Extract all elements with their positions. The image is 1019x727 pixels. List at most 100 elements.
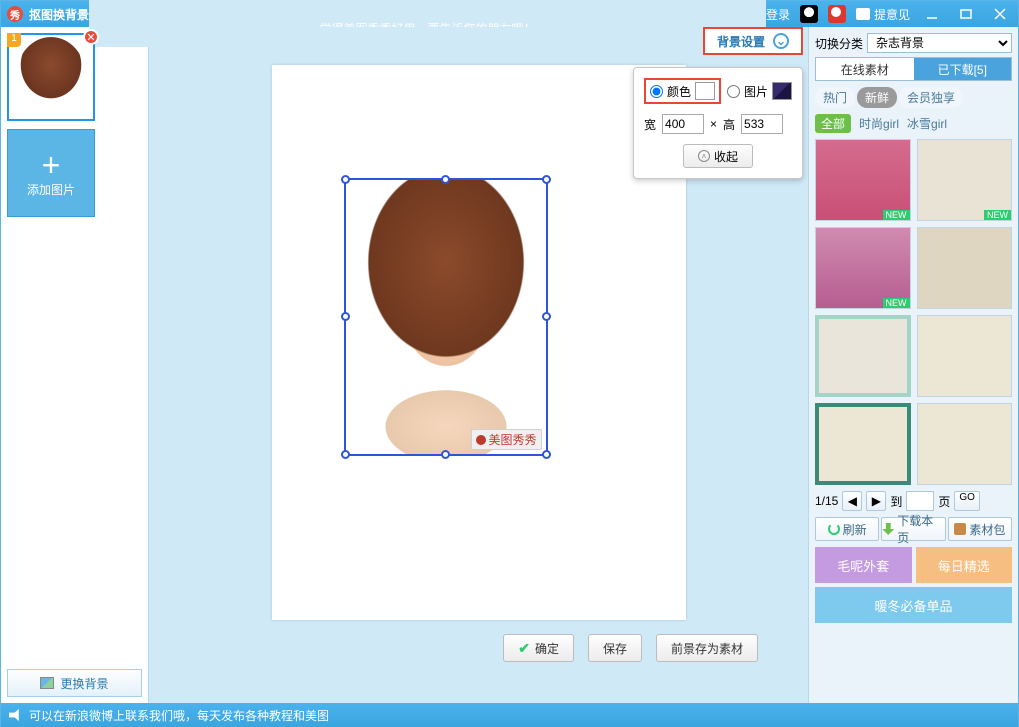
tag-row: 全部 时尚girl 冰雪girl: [815, 114, 1012, 133]
prev-page-button[interactable]: ◀: [842, 491, 862, 511]
titlebar-right: 登录 提意见: [766, 5, 1012, 23]
save-foreground-button[interactable]: 前景存为素材: [656, 634, 758, 662]
bg-settings-toggle[interactable]: 背景设置 ⌄: [703, 27, 803, 55]
collapse-label: 收起: [714, 148, 738, 165]
material-pack-button[interactable]: 素材包: [948, 517, 1012, 541]
refresh-button[interactable]: 刷新: [815, 517, 879, 541]
image-swatch[interactable]: [772, 82, 792, 100]
app-title: 抠图换背景: [29, 6, 89, 23]
bg-image-radio[interactable]: [727, 85, 740, 98]
close-button[interactable]: [988, 5, 1012, 23]
tab-downloaded[interactable]: 已下载[5]: [914, 58, 1012, 80]
center-area: 背景设置 ⌄ 颜色 图片 宽: [149, 27, 808, 703]
change-background-label: 更换背景: [60, 675, 108, 692]
refresh-icon: [828, 523, 840, 535]
foreground-image[interactable]: 美图秀秀: [346, 180, 546, 454]
download-icon: [882, 523, 894, 535]
template-grid: NEW NEW NEW: [815, 139, 1012, 485]
filter-vip[interactable]: 会员独享: [899, 87, 963, 108]
go-button[interactable]: GO: [954, 491, 980, 511]
thumbnail-delete-icon[interactable]: ✕: [83, 29, 99, 45]
handle-bottom-right[interactable]: [542, 450, 551, 459]
handle-top-right[interactable]: [542, 175, 551, 184]
tab-online[interactable]: 在线素材: [816, 58, 914, 80]
bottom-bar: ✔ 确定 保存 前景存为素材: [169, 634, 788, 662]
save-button[interactable]: 保存: [588, 634, 642, 662]
filter-hot[interactable]: 热门: [815, 87, 855, 108]
next-page-button[interactable]: ▶: [866, 491, 886, 511]
minimize-button[interactable]: [920, 5, 944, 23]
template-item[interactable]: [917, 227, 1013, 309]
category-select[interactable]: 杂志背景: [867, 33, 1012, 53]
page-unit-label: 页: [938, 493, 950, 510]
titlebar: 秀 抠图换背景 觉得美图秀秀好用，要告诉您的朋友哦！ 登录 提意见: [1, 1, 1018, 27]
template-item[interactable]: NEW: [815, 139, 911, 221]
left-sidebar: 1 ✕ + 添加图片 更换背景: [1, 27, 149, 703]
template-item[interactable]: [917, 403, 1013, 485]
new-badge: NEW: [883, 298, 910, 308]
height-input[interactable]: [741, 114, 783, 134]
qq-icon[interactable]: [800, 5, 818, 23]
bg-image-option[interactable]: 图片: [727, 82, 792, 100]
weibo-icon[interactable]: [828, 5, 846, 23]
promo-wool-coat[interactable]: 毛呢外套: [815, 547, 912, 583]
template-item[interactable]: NEW: [917, 139, 1013, 221]
handle-top-left[interactable]: [341, 175, 350, 184]
template-item[interactable]: [815, 315, 911, 397]
collapse-button[interactable]: ˄ 收起: [683, 144, 753, 168]
bg-image-label: 图片: [744, 83, 768, 100]
template-item[interactable]: NEW: [815, 227, 911, 309]
login-link[interactable]: 登录: [766, 6, 790, 23]
handle-top-mid[interactable]: [441, 175, 450, 184]
bg-color-option[interactable]: 颜色: [644, 78, 721, 104]
filter-row: 热门 新鲜 会员独享: [815, 87, 1012, 108]
canvas[interactable]: 美图秀秀: [272, 65, 686, 620]
filter-new[interactable]: 新鲜: [857, 87, 897, 108]
ok-button[interactable]: ✔ 确定: [503, 634, 574, 662]
action-row: 刷新 下载本页 素材包: [815, 517, 1012, 541]
watermark: 美图秀秀: [471, 429, 541, 450]
save-label: 保存: [603, 640, 627, 657]
right-sidebar: 切换分类 杂志背景 在线素材 已下载[5] 热门 新鲜 会员独享 全部 时尚gi…: [808, 27, 1018, 703]
tag-ice[interactable]: 冰雪girl: [907, 115, 947, 132]
plus-icon: +: [42, 149, 61, 181]
feedback-label: 提意见: [874, 6, 910, 23]
category-row: 切换分类 杂志背景: [815, 33, 1012, 53]
bg-type-row: 颜色 图片: [644, 78, 792, 104]
pack-icon: [954, 523, 966, 535]
image-thumbnail[interactable]: 1 ✕: [7, 33, 95, 121]
add-image-button[interactable]: + 添加图片: [7, 129, 95, 217]
width-label: 宽: [644, 116, 656, 133]
tag-fashion[interactable]: 时尚girl: [859, 115, 899, 132]
template-item[interactable]: [917, 315, 1013, 397]
bg-color-radio[interactable]: [650, 85, 663, 98]
tag-all[interactable]: 全部: [815, 114, 851, 133]
watermark-text: 美图秀秀: [488, 431, 536, 448]
template-item[interactable]: [815, 403, 911, 485]
maximize-button[interactable]: [954, 5, 978, 23]
promo-daily[interactable]: 每日精选: [916, 547, 1013, 583]
page-info: 1/15: [815, 494, 838, 508]
page-input[interactable]: [906, 491, 934, 511]
dim-x: ×: [710, 117, 717, 131]
selection-box[interactable]: 美图秀秀: [344, 178, 548, 456]
pager: 1/15 ◀ ▶ 到 页 GO: [815, 491, 1012, 511]
speaker-icon: [9, 709, 23, 721]
handle-mid-right[interactable]: [542, 312, 551, 321]
app-logo-icon: 秀: [7, 6, 23, 22]
color-swatch[interactable]: [695, 82, 715, 100]
page-to-label: 到: [890, 493, 902, 510]
handle-bottom-mid[interactable]: [441, 450, 450, 459]
status-text: 可以在新浪微博上联系我们哦，每天发布各种教程和美图: [29, 707, 329, 724]
handle-bottom-left[interactable]: [341, 450, 350, 459]
statusbar: 可以在新浪微博上联系我们哦，每天发布各种教程和美图: [1, 703, 1018, 727]
change-background-button[interactable]: 更换背景: [7, 669, 142, 697]
feedback-link[interactable]: 提意见: [856, 6, 910, 23]
new-badge: NEW: [984, 210, 1011, 220]
picture-icon: [40, 677, 54, 689]
handle-mid-left[interactable]: [341, 312, 350, 321]
width-input[interactable]: [662, 114, 704, 134]
download-page-button[interactable]: 下载本页: [881, 517, 945, 541]
save-foreground-label: 前景存为素材: [671, 640, 743, 657]
promo-winter[interactable]: 暖冬必备单品: [815, 587, 1012, 623]
